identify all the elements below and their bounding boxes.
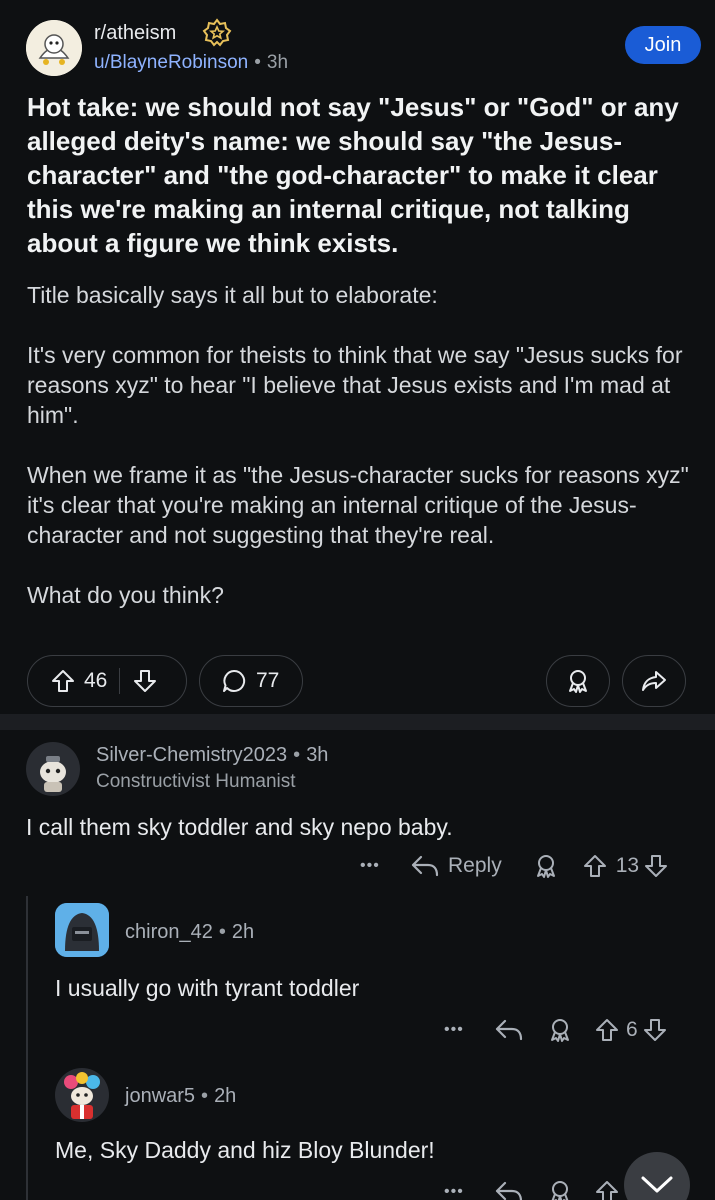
more-options-icon[interactable]: ••• [444,1021,470,1039]
reply-icon[interactable] [410,853,440,879]
vote-pill: 46 [27,655,187,707]
post-author-line: u/BlayneRobinson • 3h [94,52,288,74]
share-button[interactable] [622,655,686,707]
upvote-icon[interactable] [582,853,608,879]
post-time: 3h [266,52,289,73]
more-options-icon[interactable]: ••• [360,857,386,875]
downvote-icon[interactable] [132,668,158,694]
reply-icon[interactable] [494,1017,524,1043]
comment-time: 3h [306,744,329,766]
comment-bubble-icon [223,669,246,692]
comment-actions: ••• Reply 13 [360,850,669,882]
subreddit-avatar[interactable] [26,20,82,76]
comments-button[interactable]: 77 [199,655,303,707]
avatar[interactable] [55,1068,109,1122]
comment-username[interactable]: jonwar5 [125,1085,195,1107]
body-paragraph: What do you think? [27,582,224,608]
vote-count: 6 [626,1018,638,1041]
comment-actions: ••• 6 [444,1014,668,1046]
comment-time: 2h [214,1085,237,1107]
vote-divider [119,668,121,694]
vote-count: 13 [615,854,640,877]
chevron-down-icon [641,1176,673,1193]
award-icon[interactable] [546,1178,574,1200]
author-link[interactable]: u/BlayneRobinson [94,52,248,73]
subreddit-name[interactable]: r/atheism [94,22,176,45]
comment-text: I usually go with tyrant toddler [55,975,360,1001]
award-button[interactable] [546,655,610,707]
comment-author-line: jonwar5 • 2h [125,1085,236,1108]
post-title: Hot take: we should not say "Jesus" or "… [27,92,679,258]
upvote-icon[interactable] [50,668,76,694]
join-button[interactable]: Join [625,26,701,64]
dot-separator: • [201,1085,209,1107]
comment-username[interactable]: Silver-Chemistry2023 [96,744,287,766]
comment-username[interactable]: chiron_42 [125,921,213,943]
award-icon[interactable] [546,1016,574,1044]
scroll-down-button[interactable] [624,1152,690,1200]
dot-separator: • [293,744,301,766]
body-paragraph: When we frame it as "the Jesus-character… [27,462,689,548]
reply-button[interactable]: Reply [448,854,502,878]
dot-separator: • [254,52,261,73]
comment-text: Me, Sky Daddy and hiz Bloy Blunder! [55,1137,435,1163]
downvote-icon[interactable] [643,853,669,879]
avatar[interactable] [26,742,80,796]
upvote-count: 46 [84,669,108,692]
reply-icon[interactable] [494,1179,524,1200]
section-divider [0,714,715,730]
share-icon [642,671,666,691]
comment-time: 2h [231,921,255,943]
comment-text: I call them sky toddler and sky nepo bab… [26,814,453,840]
comment-author-line: chiron_42 • 2h [125,921,254,944]
dot-separator: • [218,921,226,943]
more-options-icon[interactable]: ••• [444,1183,470,1200]
comment-actions: ••• [444,1176,620,1200]
body-paragraph: It's very common for theists to think th… [27,342,683,428]
post-body: Title basically says it all but to elabo… [27,280,692,640]
comment-count: 77 [256,669,280,692]
award-icon [569,670,587,693]
comment-author-line: Silver-Chemistry2023 • 3h [96,744,328,767]
post: r/atheism u/BlayneRobinson • 3h Join Hot t… [0,0,715,714]
award-icon[interactable] [532,852,560,880]
thread-line [26,896,28,1200]
user-flair: Constructivist Humanist [96,771,296,792]
verified-badge-icon [202,18,232,47]
upvote-icon[interactable] [594,1179,620,1200]
avatar[interactable] [55,903,109,957]
body-paragraph: Title basically says it all but to elabo… [27,282,438,308]
upvote-icon[interactable] [594,1017,620,1043]
downvote-icon[interactable] [642,1017,668,1043]
